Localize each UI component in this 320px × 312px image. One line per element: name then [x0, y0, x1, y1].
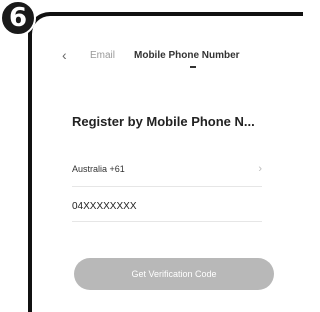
tab-mobile-phone-number[interactable]: Mobile Phone Number: [134, 50, 240, 61]
chevron-right-icon: ›: [258, 163, 262, 175]
tab-email[interactable]: Email: [90, 50, 115, 61]
step-number-badge: 6: [0, 0, 36, 36]
page-title: Register by Mobile Phone N...: [72, 114, 255, 129]
country-code-label: Australia +61: [72, 164, 125, 174]
nav-bar: ‹ Email Mobile Phone Number: [32, 16, 307, 96]
phone-number-field[interactable]: [72, 192, 262, 222]
chevron-left-icon[interactable]: ‹: [62, 48, 67, 62]
phone-frame: ‹ Email Mobile Phone Number Register by …: [28, 12, 303, 312]
country-code-selector[interactable]: Australia +61 ›: [72, 152, 262, 187]
get-verification-code-button[interactable]: Get Verification Code: [74, 258, 274, 290]
active-tab-indicator: [190, 66, 196, 68]
